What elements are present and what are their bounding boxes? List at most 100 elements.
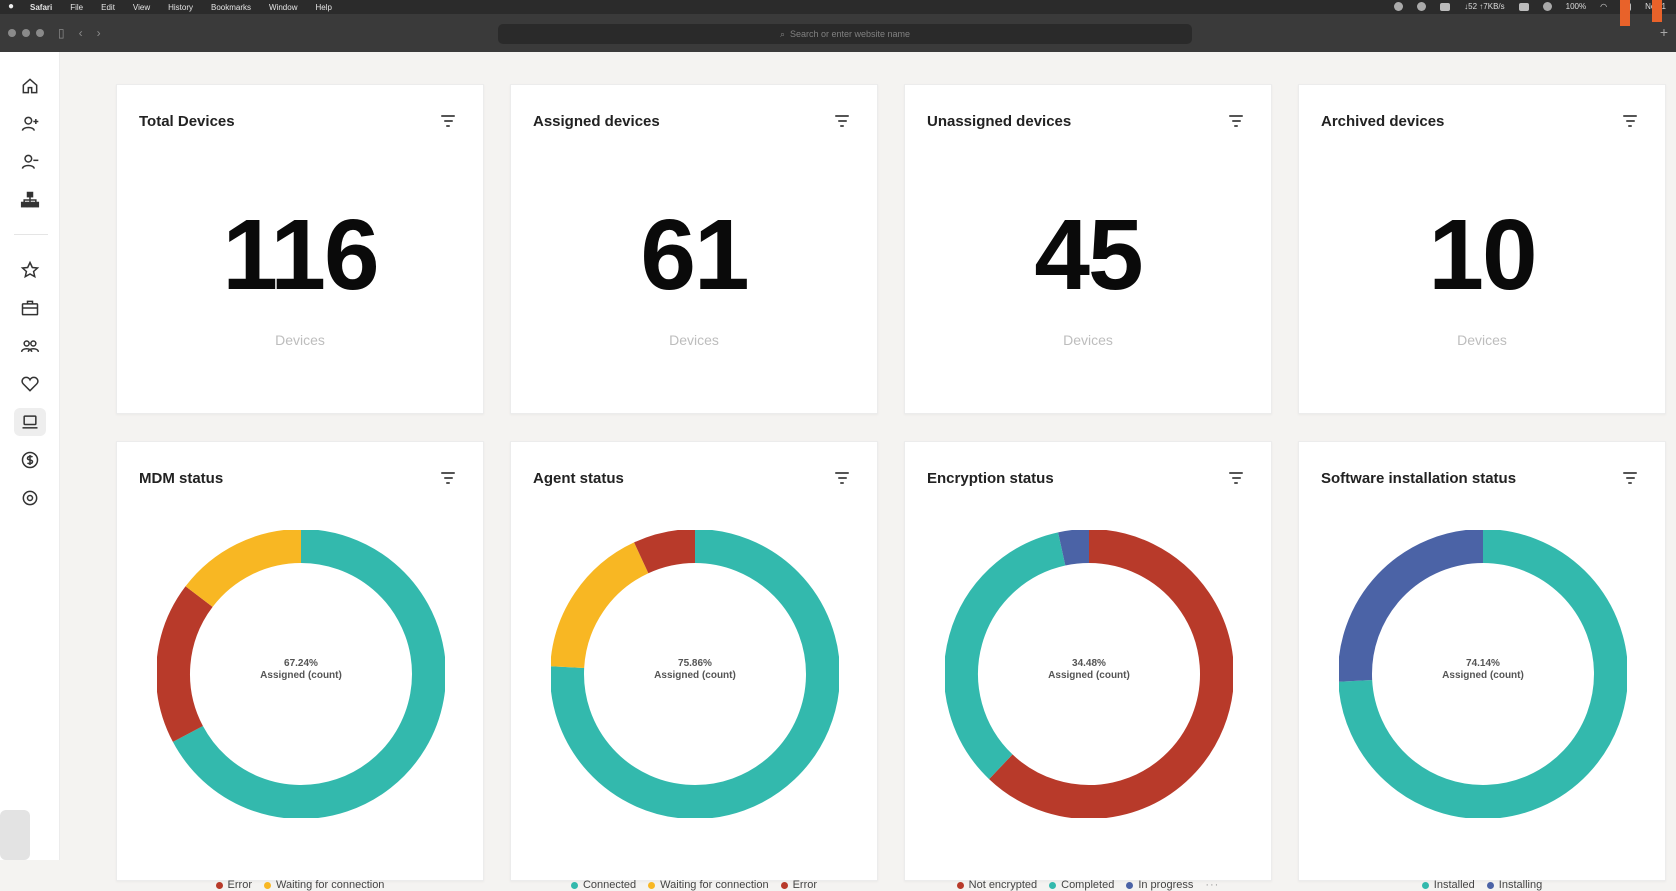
donut-slice-error[interactable] <box>634 530 696 574</box>
stat-card-total-devices: Total Devices 116 Devices <box>116 84 484 414</box>
donut-center-caption: Assigned (count) <box>260 670 342 681</box>
add-user-icon <box>21 116 39 131</box>
legend-more-button[interactable]: ··· <box>1205 879 1219 891</box>
legend-label: In progress <box>1138 879 1194 891</box>
donut-center-caption: Assigned (count) <box>1442 670 1524 681</box>
overlay-widget[interactable] <box>0 810 30 860</box>
legend-item[interactable]: Waiting for connection <box>264 879 384 891</box>
stat-value: 10 <box>1428 199 1537 311</box>
forward-icon[interactable]: › <box>97 26 101 40</box>
chart-card-agent-status: Agent status 75.86% Assigned (count) Con… <box>510 441 878 891</box>
card-title: Software installation status <box>1321 470 1517 487</box>
card-title: Encryption status <box>927 470 1054 487</box>
sidebar-item-team[interactable] <box>14 332 46 360</box>
legend-item[interactable]: Waiting for connection <box>648 879 769 891</box>
sidebar-item-benefits[interactable] <box>14 370 46 398</box>
status-icon[interactable] <box>1518 2 1529 11</box>
card-title: Archived devices <box>1321 113 1445 130</box>
network-speed: ↓52 ↑7KB/s <box>1464 2 1505 11</box>
sidebar-item-payroll[interactable] <box>14 446 46 474</box>
legend-swatch <box>264 881 271 889</box>
card-title: Assigned devices <box>533 113 660 130</box>
briefcase-icon <box>21 300 39 316</box>
card-title: MDM status <box>139 470 224 487</box>
users-icon <box>20 340 40 353</box>
stat-unit: Devices <box>1457 332 1507 348</box>
chart-legend: Installed Installing <box>1299 879 1665 891</box>
minimize-window-button[interactable] <box>22 29 30 37</box>
legend-item[interactable]: In progress <box>1126 879 1193 891</box>
sidebar-item-org-chart[interactable] <box>14 186 46 214</box>
browser-toolbar: ▯ ‹ › ⌕ Search or enter website name + <box>0 14 1676 52</box>
menu-edit[interactable]: Edit <box>101 3 115 12</box>
chart-legend: Connected Waiting for connection Error <box>511 879 877 891</box>
status-icon[interactable] <box>1440 2 1451 11</box>
menu-window[interactable]: Window <box>269 3 297 12</box>
stat-value: 116 <box>222 199 379 311</box>
menu-view[interactable]: View <box>133 3 150 12</box>
apple-icon[interactable]: ● <box>8 2 18 12</box>
menu-history[interactable]: History <box>168 3 193 12</box>
legend-item[interactable]: Installed <box>1421 879 1475 891</box>
wifi-icon[interactable]: ◠ <box>1600 2 1607 11</box>
stat-card-archived-devices: Archived devices 10 Devices <box>1298 84 1666 414</box>
sidebar-item-home[interactable] <box>14 72 46 100</box>
donut-slice-waiting-for-connection[interactable] <box>551 542 649 669</box>
donut-center-caption: Assigned (count) <box>1048 670 1130 681</box>
org-chart-icon <box>20 191 40 208</box>
filter-icon[interactable] <box>441 472 455 484</box>
status-icon[interactable] <box>1417 2 1427 11</box>
address-placeholder: Search or enter website name <box>789 29 911 39</box>
menu-app[interactable]: Safari <box>30 3 52 12</box>
legend-item[interactable]: Error <box>215 879 252 891</box>
legend-label: Not encrypted <box>968 879 1038 891</box>
sidebar-toggle-icon[interactable]: ▯ <box>58 26 65 40</box>
legend-swatch <box>1486 881 1494 889</box>
menu-file[interactable]: File <box>70 3 83 12</box>
zoom-window-button[interactable] <box>36 29 44 37</box>
address-bar[interactable]: ⌕ Search or enter website name <box>498 24 1192 44</box>
chart-card-mdm-status: MDM status 67.24% Assigned (count) Error… <box>116 441 484 891</box>
legend-swatch <box>780 881 788 889</box>
menu-bookmarks[interactable]: Bookmarks <box>211 3 251 12</box>
donut-slice-waiting-for-connection[interactable] <box>185 530 302 608</box>
menu-help[interactable]: Help <box>315 3 331 12</box>
menu-bar: ● Safari File Edit View History Bookmark… <box>0 0 1676 14</box>
stat-value: 45 <box>1034 199 1143 311</box>
sidebar-item-add-user[interactable] <box>14 110 46 138</box>
legend-swatch <box>570 881 578 889</box>
legend-swatch <box>1049 881 1057 889</box>
status-icon[interactable] <box>1394 2 1404 11</box>
filter-icon[interactable] <box>1229 472 1243 484</box>
legend-swatch <box>1126 881 1134 889</box>
sidebar-item-favorites[interactable] <box>14 256 46 284</box>
legend-item[interactable]: Error <box>780 879 817 891</box>
legend-label: Installed <box>1433 879 1475 891</box>
filter-icon[interactable] <box>1229 115 1243 127</box>
status-icon[interactable] <box>1542 2 1552 11</box>
close-window-button[interactable] <box>8 29 16 37</box>
sidebar-item-devices[interactable] <box>14 408 46 436</box>
chart-legend: Not encrypted Completed In progress ··· <box>905 879 1271 891</box>
donut-center-percent: 75.86% <box>678 658 712 669</box>
card-title: Total Devices <box>139 113 235 130</box>
filter-icon[interactable] <box>441 115 455 127</box>
sidebar-item-settings[interactable] <box>14 484 46 512</box>
sidebar-item-remove-user[interactable] <box>14 148 46 176</box>
filter-icon[interactable] <box>1623 115 1637 127</box>
sidebar-item-jobs[interactable] <box>14 294 46 322</box>
window-controls <box>8 29 44 37</box>
legend-item[interactable]: Connected <box>570 879 636 891</box>
legend-item[interactable]: Not encrypted <box>956 879 1038 891</box>
filter-icon[interactable] <box>1623 472 1637 484</box>
donut-center-label: 75.86% Assigned (count) <box>551 658 839 682</box>
back-icon[interactable]: ‹ <box>79 26 83 40</box>
legend-item[interactable]: Installing <box>1486 879 1543 891</box>
donut-center-percent: 67.24% <box>284 658 318 669</box>
filter-icon[interactable] <box>835 115 849 127</box>
filter-icon[interactable] <box>835 472 849 484</box>
donut-slice-in-progress[interactable] <box>1058 530 1090 566</box>
legend-item[interactable]: Completed <box>1049 879 1114 891</box>
new-tab-icon[interactable]: + <box>1660 24 1668 40</box>
legend-label: Installing <box>1498 879 1543 891</box>
